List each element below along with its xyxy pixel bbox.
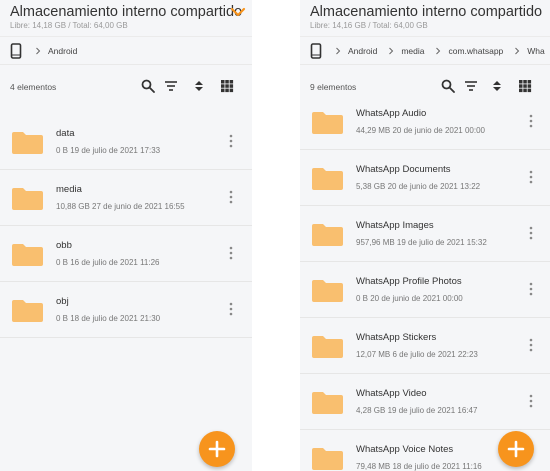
phone-icon[interactable] [310, 43, 322, 59]
grid-view-icon[interactable] [220, 79, 234, 93]
folder-meta: 0 B 16 de julio de 2021 11:26 [56, 258, 160, 267]
folder-name: obb [56, 240, 72, 251]
breadcrumb-item[interactable]: Android [48, 46, 77, 56]
list-item[interactable]: WhatsApp Audio 44,29 MB 20 de junio de 2… [300, 108, 550, 150]
item-count: 4 elementos [10, 82, 57, 92]
list-item[interactable]: obb 0 B 16 de julio de 2021 11:26 [0, 226, 252, 282]
left-file-browser: Almacenamiento interno compartido Libre:… [0, 0, 252, 471]
folder-meta: 4,28 GB 19 de julio de 2021 16:47 [356, 406, 478, 415]
folder-meta: 0 B 20 de junio de 2021 00:00 [356, 294, 463, 303]
list-item[interactable]: WhatsApp Video 4,28 GB 19 de julio de 20… [300, 374, 550, 430]
item-count: 9 elementos [310, 82, 357, 92]
list-item[interactable]: media 10,88 GB 27 de junio de 2021 16:55 [0, 170, 252, 226]
folder-icon [312, 448, 343, 470]
chevron-right-icon [336, 47, 341, 55]
storage-header[interactable]: Almacenamiento interno compartido Libre:… [0, 0, 252, 36]
more-options-icon[interactable] [229, 246, 233, 260]
chevron-right-icon [389, 47, 394, 55]
list-item[interactable]: obj 0 B 18 de julio de 2021 21:30 [0, 282, 252, 338]
file-list: data 0 B 19 de julio de 2021 17:33 media… [0, 108, 252, 471]
sort-icon[interactable] [490, 79, 504, 93]
storage-header[interactable]: Almacenamiento interno compartido Libre:… [300, 0, 550, 36]
folder-meta: 0 B 18 de julio de 2021 21:30 [56, 314, 161, 323]
grid-view-icon[interactable] [518, 79, 532, 93]
more-options-icon[interactable] [529, 394, 533, 408]
breadcrumb: Android [0, 36, 252, 64]
chevron-right-icon [436, 47, 441, 55]
folder-icon [312, 392, 343, 414]
more-options-icon[interactable] [529, 282, 533, 296]
add-button[interactable] [199, 431, 235, 467]
breadcrumb-item[interactable]: media [401, 46, 424, 56]
chevron-down-icon[interactable] [230, 6, 246, 18]
more-options-icon[interactable] [529, 226, 533, 240]
phone-icon[interactable] [10, 43, 22, 59]
breadcrumb: Android media com.whatsapp Wha [300, 36, 550, 64]
list-item[interactable]: data 0 B 19 de julio de 2021 17:33 [0, 114, 252, 170]
folder-meta: 957,96 MB 19 de julio de 2021 15:32 [356, 238, 487, 247]
folder-icon [12, 244, 43, 266]
more-options-icon[interactable] [229, 190, 233, 204]
folder-name: WhatsApp Audio [356, 108, 427, 119]
folder-name: WhatsApp Video [356, 388, 427, 399]
breadcrumb-item[interactable]: Android [348, 46, 377, 56]
folder-icon [312, 336, 343, 358]
folder-icon [12, 188, 43, 210]
chevron-right-icon [515, 47, 520, 55]
plus-icon [208, 440, 226, 458]
folder-name: WhatsApp Images [356, 220, 434, 231]
folder-meta: 10,88 GB 27 de junio de 2021 16:55 [56, 202, 185, 211]
breadcrumb-path: Android [30, 37, 83, 64]
chevron-right-icon [36, 47, 41, 55]
list-item[interactable]: WhatsApp Documents 5,38 GB 20 de junio d… [300, 150, 550, 206]
folder-meta: 5,38 GB 20 de junio de 2021 13:22 [356, 182, 481, 191]
list-item[interactable]: WhatsApp Images 957,96 MB 19 de julio de… [300, 206, 550, 262]
folder-icon [312, 280, 343, 302]
breadcrumb-item[interactable]: Wha [527, 46, 544, 56]
more-options-icon[interactable] [229, 134, 233, 148]
breadcrumb-item[interactable]: com.whatsapp [448, 46, 503, 56]
list-item[interactable]: WhatsApp Profile Photos 0 B 20 de junio … [300, 262, 550, 318]
storage-subtitle: Libre: 14,16 GB / Total: 64,00 GB [310, 21, 428, 30]
folder-icon [312, 168, 343, 190]
list-toolbar: 9 elementos [300, 64, 550, 108]
more-options-icon[interactable] [529, 114, 533, 128]
folder-name: WhatsApp Documents [356, 164, 451, 175]
more-options-icon[interactable] [529, 170, 533, 184]
more-options-icon[interactable] [229, 302, 233, 316]
folder-name: WhatsApp Voice Notes [356, 444, 454, 455]
folder-icon [312, 224, 343, 246]
list-toolbar: 4 elementos [0, 64, 252, 108]
folder-name: data [56, 128, 75, 139]
search-icon[interactable] [441, 79, 455, 93]
breadcrumb-path: Android media com.whatsapp Wha [330, 37, 550, 64]
folder-meta: 12,07 MB 6 de julio de 2021 22:23 [356, 350, 478, 359]
folder-icon [12, 132, 43, 154]
sort-icon[interactable] [192, 79, 206, 93]
folder-meta: 79,48 MB 18 de julio de 2021 11:16 [356, 462, 482, 471]
file-list: WhatsApp Audio 44,29 MB 20 de junio de 2… [300, 108, 550, 471]
storage-title: Almacenamiento interno compartido [310, 4, 543, 20]
folder-meta: 44,29 MB 20 de junio de 2021 00:00 [356, 126, 485, 135]
filter-icon[interactable] [164, 79, 178, 93]
storage-title: Almacenamiento interno compartido [10, 4, 243, 20]
storage-subtitle: Libre: 14,18 GB / Total: 64,00 GB [10, 21, 128, 30]
right-file-browser: Almacenamiento interno compartido Libre:… [300, 0, 550, 471]
folder-icon [12, 300, 43, 322]
filter-icon[interactable] [464, 79, 478, 93]
folder-name: WhatsApp Stickers [356, 332, 437, 343]
folder-meta: 0 B 19 de julio de 2021 17:33 [56, 146, 161, 155]
plus-icon [507, 440, 525, 458]
add-button[interactable] [498, 431, 534, 467]
list-item[interactable]: WhatsApp Stickers 12,07 MB 6 de julio de… [300, 318, 550, 374]
folder-icon [312, 112, 343, 134]
folder-name: media [56, 184, 82, 195]
search-icon[interactable] [141, 79, 155, 93]
more-options-icon[interactable] [529, 338, 533, 352]
folder-name: obj [56, 296, 69, 307]
folder-name: WhatsApp Profile Photos [356, 276, 462, 287]
